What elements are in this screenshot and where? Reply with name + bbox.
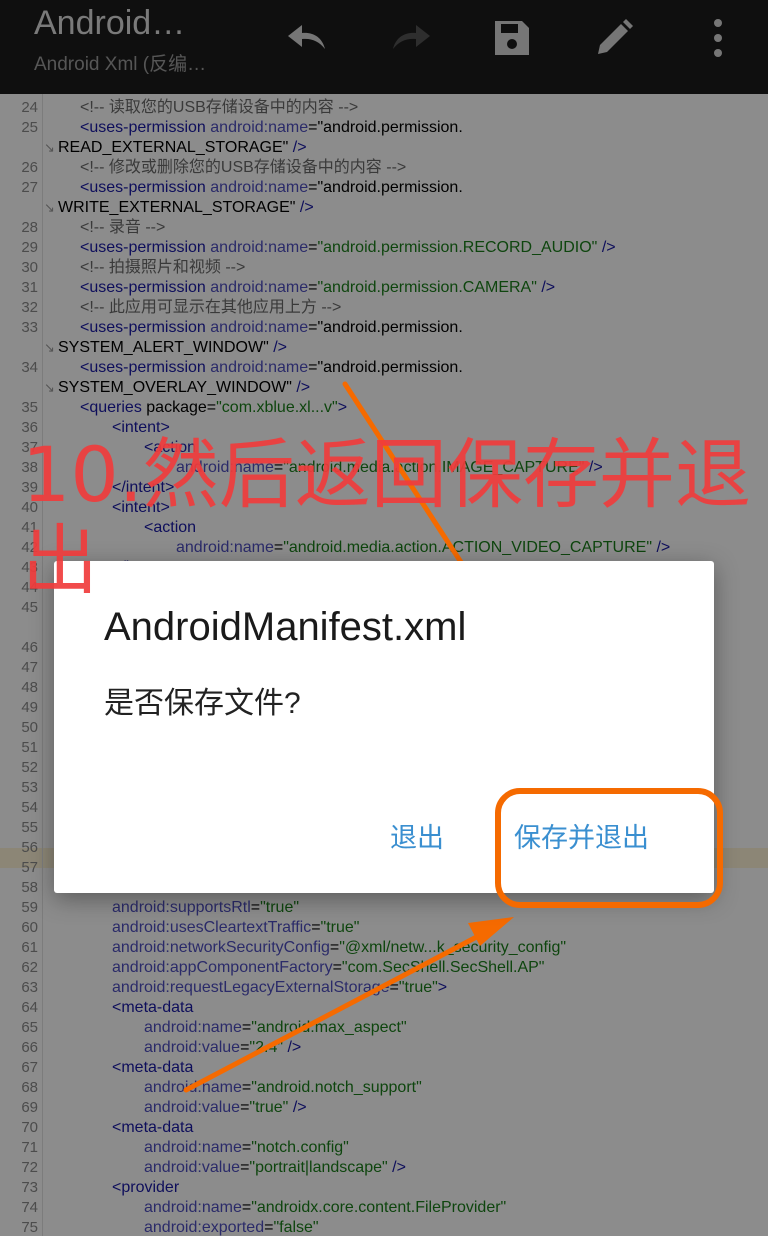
exit-button[interactable]: 退出: [390, 816, 444, 855]
dialog-message: 是否保存文件?: [104, 687, 301, 720]
annotation-instruction: 10.然后返回保存并退出: [22, 430, 751, 605]
save-dialog: AndroidManifest.xml 是否保存文件? 退出 保存并退出: [54, 561, 714, 893]
dialog-title: AndroidManifest.xml: [104, 605, 467, 649]
save-and-exit-button[interactable]: 保存并退出: [514, 816, 649, 855]
